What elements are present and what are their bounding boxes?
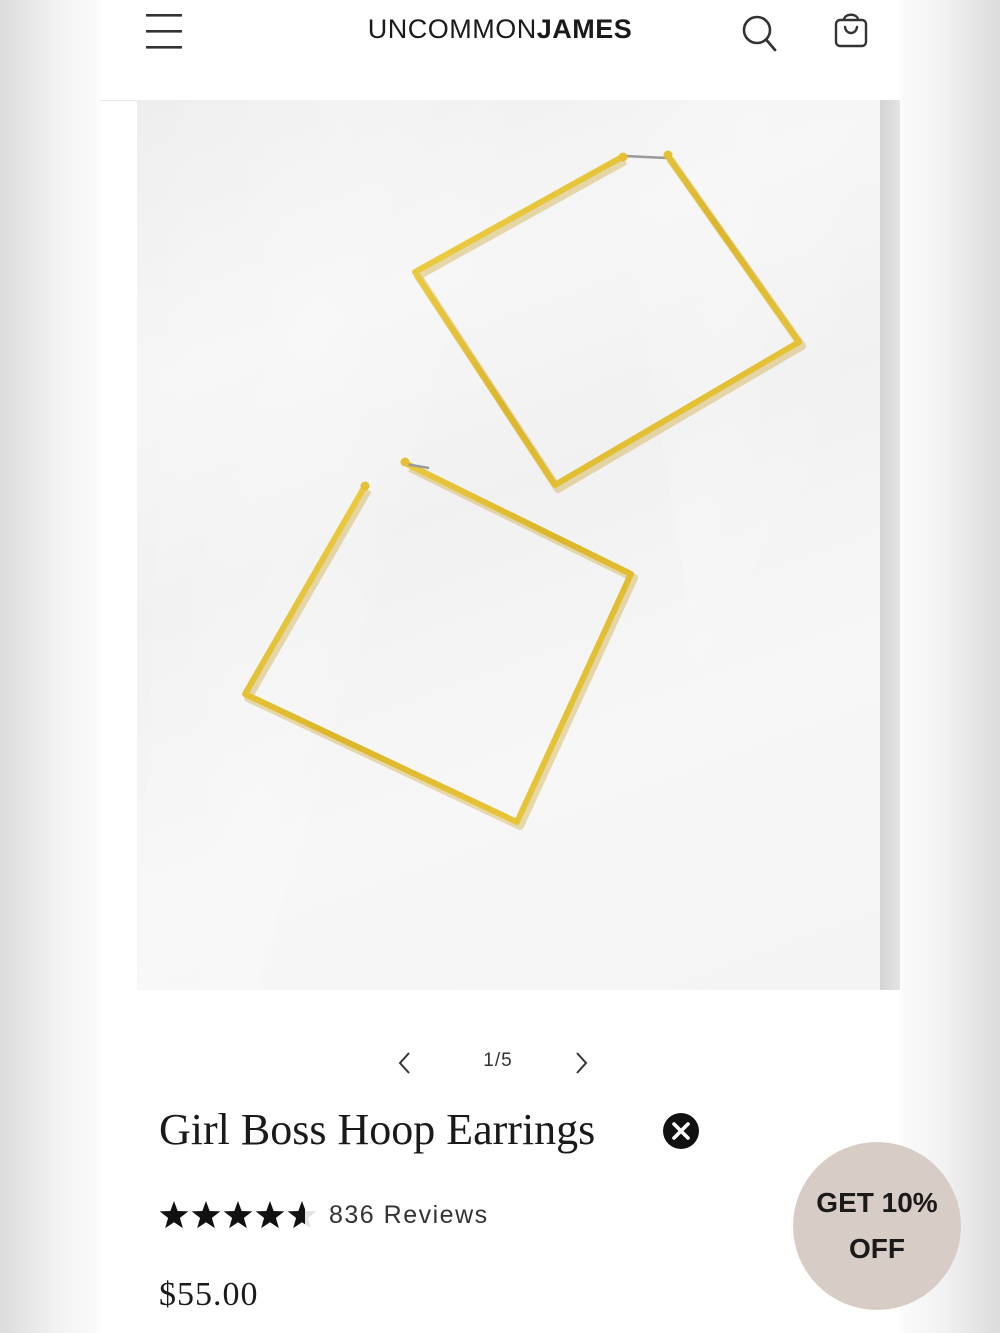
brand-logo[interactable]: UNCOMMONJAMES [350, 14, 650, 45]
star-icon-filled [255, 1201, 285, 1229]
promo-label: GET 10% OFF [816, 1187, 938, 1264]
rating-stars[interactable] [159, 1198, 319, 1234]
menu-icon[interactable] [144, 10, 184, 52]
product-image-square-hoop-earrings [137, 100, 880, 990]
discount-popup-button[interactable]: GET 10% OFF [793, 1142, 961, 1310]
next-image-peek[interactable] [880, 100, 900, 990]
star-icon-filled [223, 1201, 253, 1229]
reviews-link[interactable]: 836 Reviews [329, 1201, 489, 1230]
logo-text-uncommon: UNCOMMON [367, 14, 537, 44]
product-title: Girl Boss Hoop Earrings [159, 1105, 596, 1154]
close-icon[interactable] [662, 1112, 700, 1150]
product-price: $55.00 [159, 1276, 259, 1313]
star-icon-filled [191, 1201, 221, 1229]
logo-text-james: JAMES [536, 14, 633, 44]
site-header: UNCOMMONJAMES [100, 0, 900, 101]
gallery-pager: 1/5 [390, 1042, 610, 1086]
shopping-bag-icon[interactable] [832, 10, 870, 52]
rating-row: 836 Reviews [159, 1196, 559, 1236]
chevron-right-icon[interactable] [566, 1048, 596, 1078]
gallery-counter: 1/5 [483, 1050, 513, 1071]
product-image-gallery[interactable] [137, 100, 880, 990]
product-page: UNCOMMONJAMES 1/5 Girl Boss Hoop Earring… [100, 0, 961, 1333]
search-icon[interactable] [740, 12, 780, 56]
chevron-left-icon[interactable] [390, 1048, 420, 1078]
star-icon-filled [159, 1201, 189, 1229]
